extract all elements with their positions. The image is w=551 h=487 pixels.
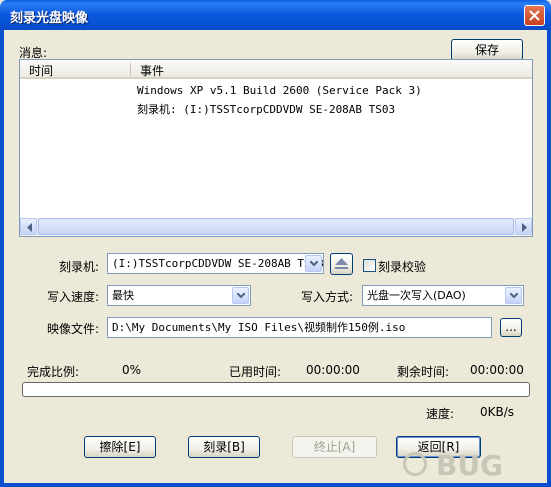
scrollbar-thumb[interactable] [38, 218, 514, 235]
list-item-event: Windows XP v5.1 Build 2600 (Service Pack… [137, 84, 422, 97]
elapsed-label: 已用时间: [229, 365, 282, 379]
write-speed-select[interactable]: 最快 [107, 285, 251, 306]
verify-checkbox[interactable] [363, 259, 376, 272]
window-frame-bottom [0, 483, 551, 487]
eject-icon [335, 258, 348, 269]
speed-label: 速度: [426, 407, 455, 421]
write-speed-label: 写入速度: [47, 290, 100, 304]
progress-bar [22, 382, 530, 397]
complete-label: 完成比例: [27, 365, 80, 379]
window-frame-right [547, 30, 551, 487]
scroll-right-button[interactable] [515, 218, 532, 235]
burn-button[interactable]: 刻录[B] [188, 436, 260, 458]
list-item[interactable]: Windows XP v5.1 Build 2600 (Service Pack… [20, 84, 532, 100]
watermark-text: BUG [436, 449, 504, 482]
browse-button[interactable]: ... [500, 318, 522, 337]
chevron-down-icon [237, 293, 245, 299]
horizontal-scrollbar[interactable] [20, 218, 532, 236]
elapsed-value: 00:00:00 [306, 363, 360, 377]
write-mode-select[interactable]: 光盘一次写入(DAO) [362, 285, 524, 306]
close-icon [529, 10, 540, 21]
message-list[interactable]: 时间 事件 Windows XP v5.1 Build 2600 (Servic… [19, 59, 533, 237]
write-mode-dropdown-button[interactable] [505, 287, 522, 304]
window-title: 刻录光盘映像 [10, 11, 89, 26]
close-button[interactable] [524, 5, 545, 26]
burner-dropdown-button[interactable] [305, 255, 322, 272]
remaining-value: 00:00:00 [470, 363, 524, 377]
burner-select[interactable]: (I:)TSSTcorpCDDVDW SE-208AB TS03 [107, 253, 324, 274]
image-file-input[interactable]: D:\My Documents\My ISO Files\视频制作150例.is… [107, 317, 492, 338]
scroll-left-button[interactable] [20, 218, 37, 235]
image-file-label: 映像文件: [47, 322, 100, 336]
column-divider[interactable] [130, 63, 131, 76]
list-header: 时间 事件 [20, 60, 532, 79]
column-header-time[interactable]: 时间 [29, 62, 53, 79]
column-header-event[interactable]: 事件 [140, 62, 164, 79]
list-item-event: 刻录机: (I:)TSSTcorpCDDVDW SE-208AB TS03 [137, 103, 396, 116]
erase-button[interactable]: 擦除[E] [84, 436, 156, 458]
speed-value: 0KB/s [480, 405, 515, 419]
write-speed-select-value: 最快 [112, 289, 134, 302]
list-item[interactable]: 刻录机: (I:)TSSTcorpCDDVDW SE-208AB TS03 [20, 101, 532, 117]
write-mode-label: 写入方式: [301, 290, 354, 304]
burner-label: 刻录机: [59, 260, 100, 274]
image-file-path: D:\My Documents\My ISO Files\视频制作150例.is… [112, 321, 406, 334]
write-mode-select-value: 光盘一次写入(DAO) [367, 289, 466, 302]
arrow-right-icon [522, 223, 527, 232]
watermark-logo [403, 452, 427, 476]
chevron-down-icon [310, 261, 318, 267]
abort-button[interactable]: 终止[A] [292, 436, 377, 458]
write-speed-dropdown-button[interactable] [232, 287, 249, 304]
complete-value: 0% [122, 363, 142, 377]
arrow-left-icon [27, 223, 32, 232]
remaining-label: 剩余时间: [397, 365, 450, 379]
save-button[interactable]: 保存 [451, 39, 523, 61]
chevron-down-icon [510, 293, 518, 299]
eject-button[interactable] [330, 253, 353, 275]
window-frame-left [0, 30, 4, 487]
verify-label[interactable]: 刻录校验 [378, 258, 426, 275]
burner-select-value: (I:)TSSTcorpCDDVDW SE-208AB TS03 [112, 257, 324, 270]
